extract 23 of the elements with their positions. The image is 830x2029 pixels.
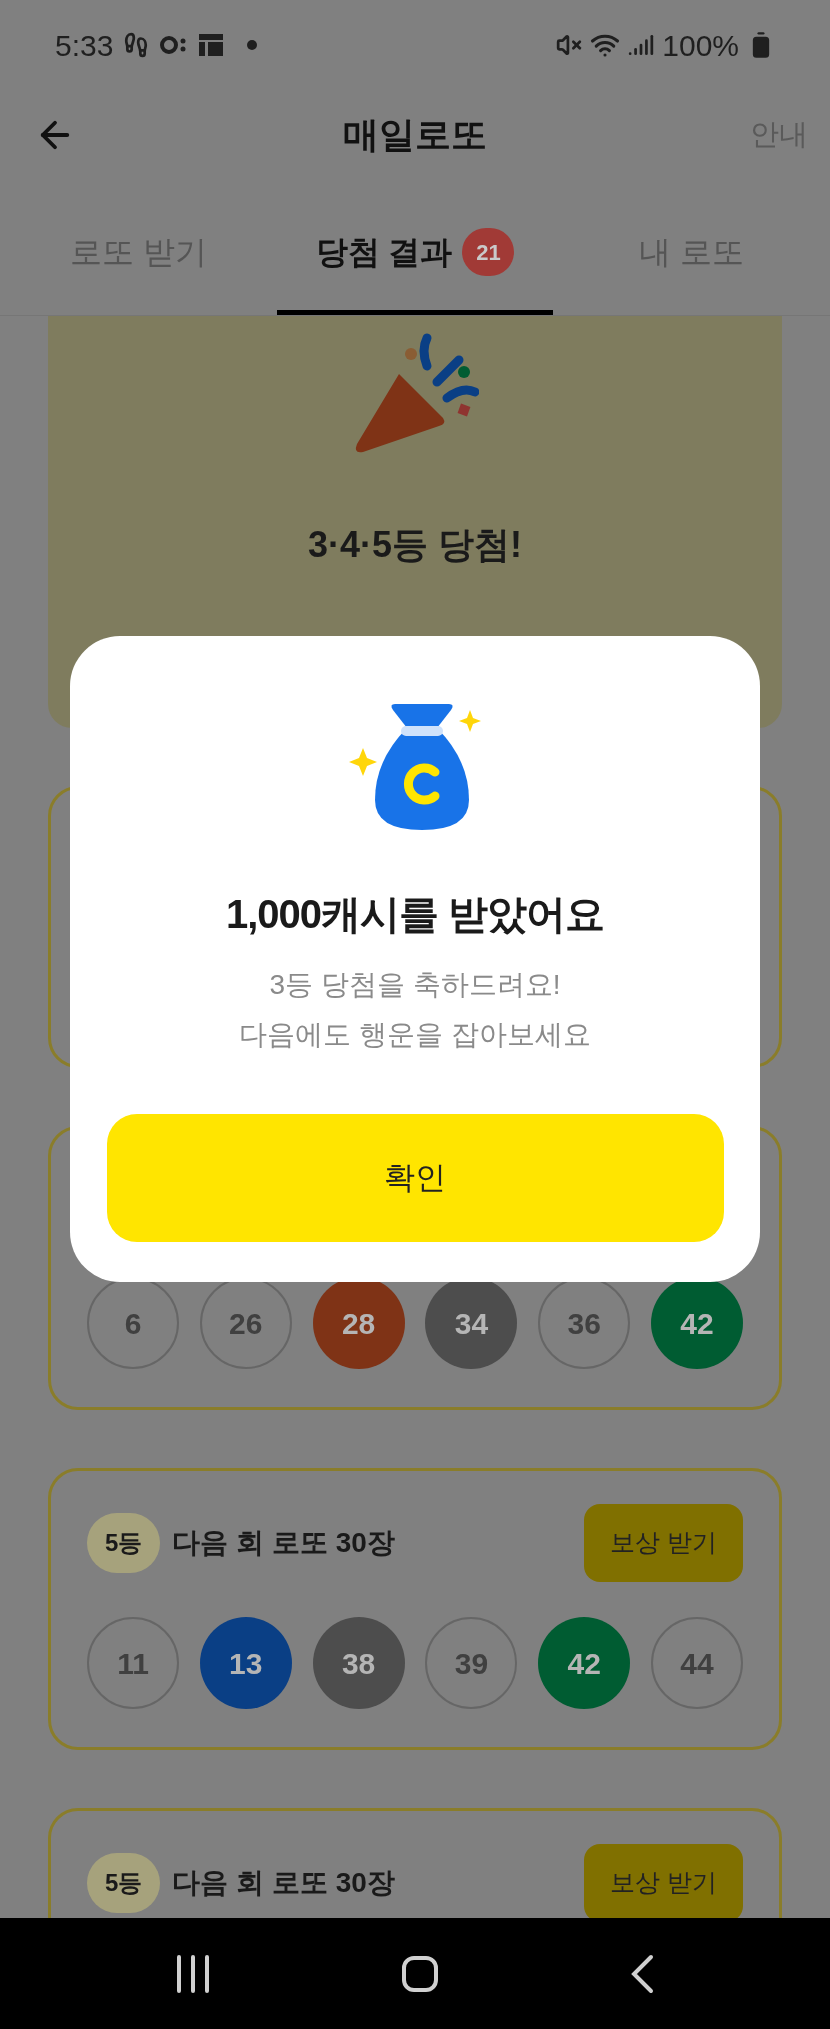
grid-icon: [199, 34, 224, 56]
claim-reward-button[interactable]: 보상 받기: [584, 1504, 743, 1582]
reward-title: 다음 회 로또 30장: [172, 1866, 395, 1900]
result-title: 3·4·5등 당첨!: [308, 523, 522, 567]
dialog-message: 다음에도 행운을 잡아보세요: [239, 1018, 591, 1052]
recent-apps-icon[interactable]: [175, 1954, 210, 1993]
tab-label: 당첨 결과: [315, 233, 453, 272]
claim-reward-button[interactable]: 보상 받기: [584, 1844, 743, 1918]
rank-badge: 5등: [87, 1513, 161, 1573]
home-icon[interactable]: [401, 1954, 439, 1993]
dialog-title: 1,000캐시를 받았어요: [225, 891, 605, 938]
mute-icon: [556, 32, 583, 58]
clock: 5:33: [55, 27, 114, 64]
confirm-button[interactable]: 확인: [106, 1114, 724, 1242]
count-badge: 21: [462, 228, 515, 276]
reward-title: 다음 회 로또 30장: [172, 1526, 395, 1560]
rank-badge: 5등: [87, 1853, 161, 1913]
dialog-message: 3등 당첨을 축하드려요!: [269, 968, 561, 1002]
dot-icon: [247, 40, 258, 50]
signal-icon: [628, 32, 655, 58]
battery-percent: 100%: [662, 27, 739, 64]
page-title: 매일로또: [343, 113, 487, 157]
back-icon[interactable]: [630, 1953, 655, 1994]
